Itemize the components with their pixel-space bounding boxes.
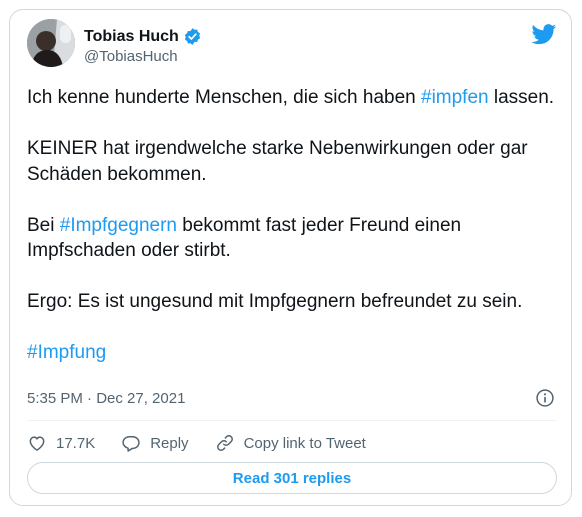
link-icon: [216, 435, 233, 451]
tweet-paragraph: Bei #Impfgegnern bekommt fast jeder Freu…: [27, 213, 567, 264]
info-icon[interactable]: [535, 388, 555, 408]
tweet-text-segment: lassen.: [488, 87, 555, 108]
tweet-text-segment: KEINER hat irgendwelche starke Nebenwirk…: [27, 138, 528, 185]
tweet-paragraph: Ich kenne hunderte Menschen, die sich ha…: [27, 85, 567, 111]
twitter-bird-icon[interactable]: [531, 24, 557, 45]
reply-button[interactable]: Reply: [121, 433, 189, 453]
author-handle[interactable]: @TobiasHuch: [84, 48, 178, 65]
tweet-text-segment: Ergo: Es ist ungesund mit Impfgegnern be…: [27, 291, 523, 312]
like-button[interactable]: 17.7K: [27, 433, 95, 453]
author-name-row: Tobias Huch: [84, 27, 202, 46]
verified-badge-icon: [184, 28, 200, 45]
hashtag-link[interactable]: #Impfgegnern: [60, 215, 177, 236]
tweet-paragraph: KEINER hat irgendwelche starke Nebenwirk…: [27, 136, 567, 187]
tweet-text: Ich kenne hunderte Menschen, die sich ha…: [27, 85, 567, 366]
divider: [27, 420, 557, 421]
author-name[interactable]: Tobias Huch: [84, 28, 179, 46]
tweet-actions: 17.7K Reply Copy link to Tweet: [27, 431, 392, 455]
tweet-paragraph: #Impfung: [27, 340, 567, 366]
like-count: 17.7K: [56, 434, 96, 452]
hashtag-link[interactable]: #impfen: [421, 87, 489, 108]
tweet-timestamp[interactable]: 5:35 PM · Dec 27, 2021: [27, 390, 185, 407]
hashtag-link[interactable]: #Impfung: [27, 342, 106, 363]
tweet-text-segment: Ich kenne hunderte Menschen, die sich ha…: [27, 87, 421, 108]
copy-link-button[interactable]: Copy link to Tweet: [215, 433, 366, 453]
reply-bubble-icon: [122, 436, 140, 452]
tweet-card: Tobias Huch @TobiasHuch Ich kenne hunder…: [9, 9, 572, 506]
copy-link-label: Copy link to Tweet: [243, 434, 366, 452]
read-replies-button[interactable]: Read 301 replies: [27, 462, 557, 494]
avatar[interactable]: [27, 19, 75, 67]
tweet-text-segment: Bei: [27, 214, 60, 236]
heart-icon: [29, 436, 45, 451]
tweet-paragraph: Ergo: Es ist ungesund mit Impfgegnern be…: [27, 289, 567, 315]
reply-label: Reply: [150, 434, 189, 452]
